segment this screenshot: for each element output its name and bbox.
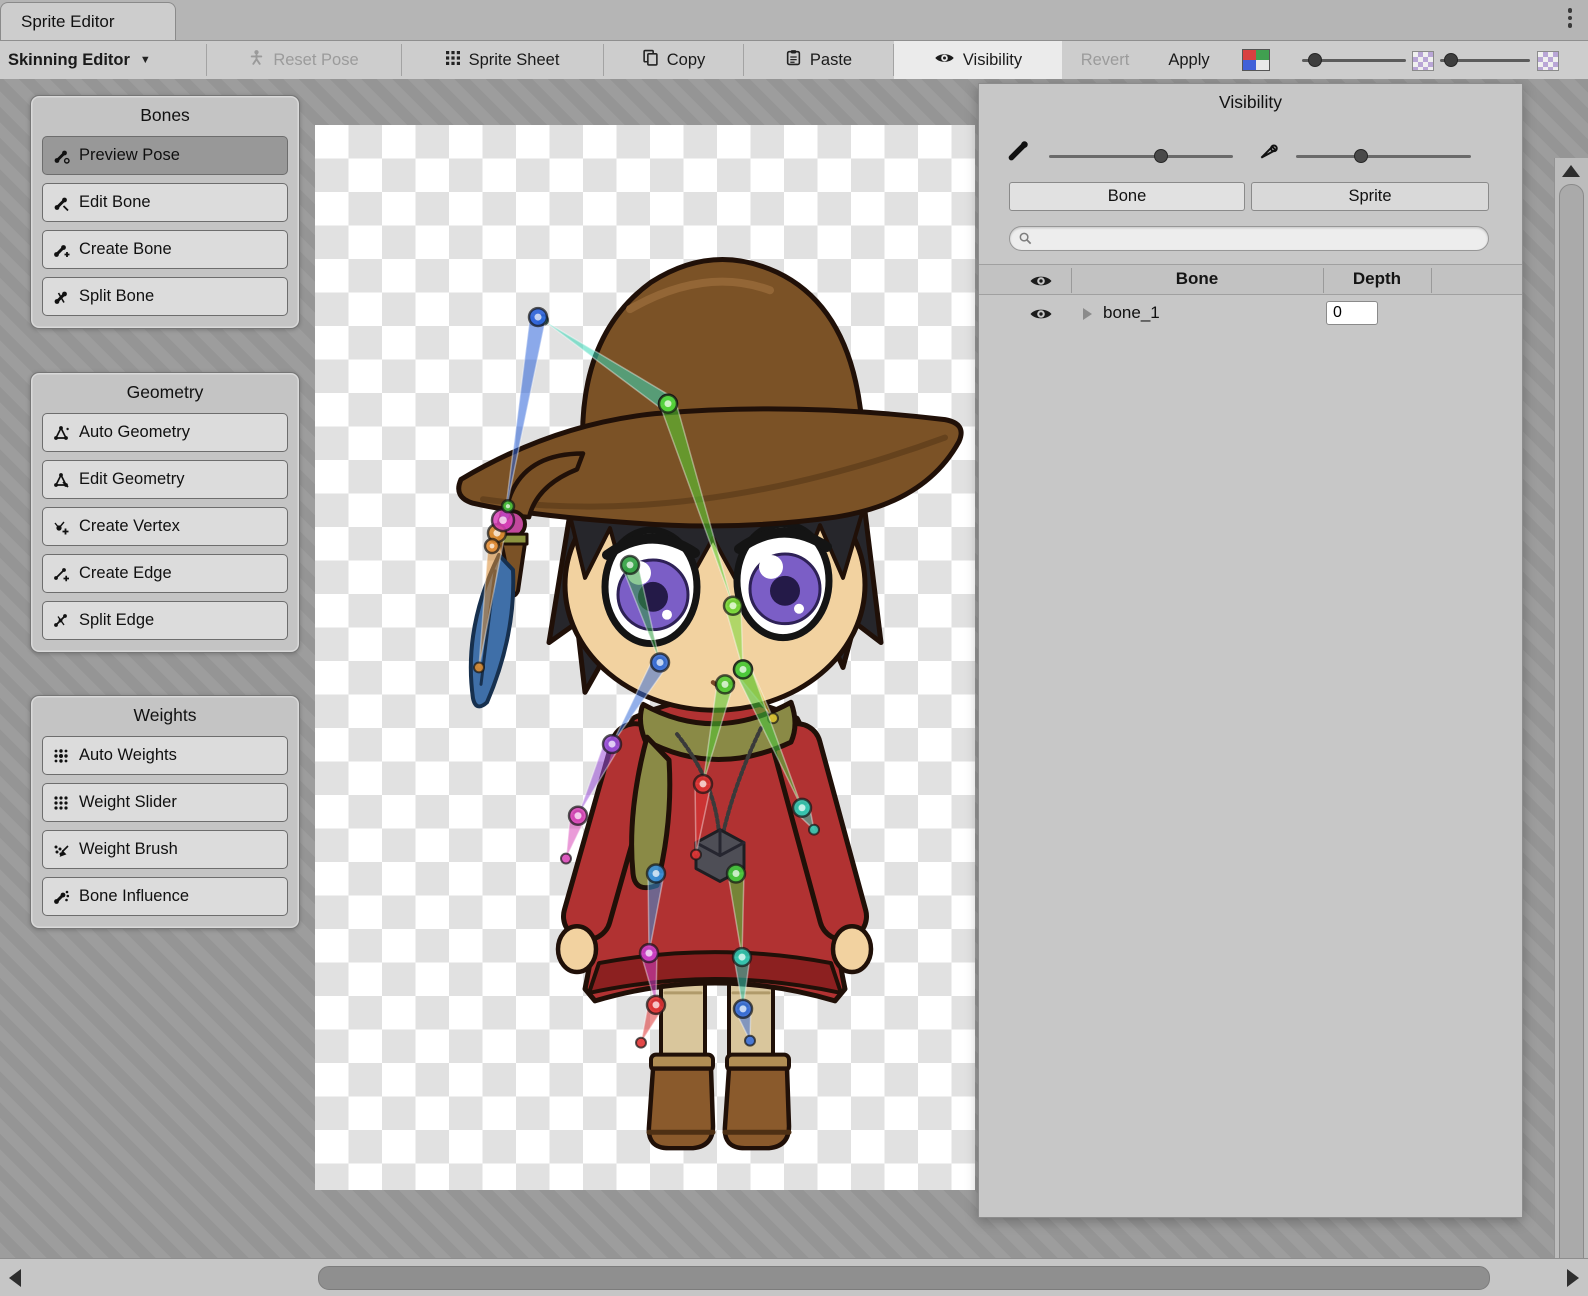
geometry-panel: Geometry Auto Geometry Edit Geometry Cre… (30, 372, 300, 653)
paste-icon (785, 49, 802, 71)
sprite-canvas[interactable] (315, 125, 975, 1190)
tab-bone[interactable]: Bone (1009, 182, 1245, 211)
auto-weights-button[interactable]: Auto Weights (42, 736, 288, 775)
vertical-scrollbar[interactable] (1554, 158, 1588, 1258)
visibility-button[interactable]: Visibility (894, 41, 1062, 79)
zoom-slider-knob[interactable] (1308, 53, 1322, 67)
edit-geometry-icon (52, 471, 70, 489)
sprite-sheet-button[interactable]: Sprite Sheet (402, 41, 602, 79)
auto-geometry-button[interactable]: Auto Geometry (42, 413, 288, 452)
bone-visibility-eye-icon[interactable] (1029, 306, 1053, 327)
revert-button[interactable]: Revert (1063, 41, 1147, 79)
split-bone-button[interactable]: Split Bone (42, 277, 288, 316)
alpha-slider-knob[interactable] (1444, 53, 1458, 67)
depth-input[interactable] (1326, 301, 1378, 325)
sprite-sheet-icon (445, 50, 461, 71)
sprite-opacity-icon (1257, 138, 1281, 167)
column-header-depth[interactable]: Depth (1323, 269, 1431, 289)
expand-arrow-icon[interactable] (1083, 308, 1092, 320)
preview-pose-button[interactable]: Preview Pose (42, 136, 288, 175)
tab-sprite-editor[interactable]: Sprite Editor (0, 2, 176, 40)
mode-dropdown[interactable]: Skinning Editor ▼ (8, 41, 204, 79)
scroll-left-arrow[interactable] (9, 1269, 21, 1287)
eye-icon (934, 51, 955, 70)
edit-bone-icon (52, 194, 70, 212)
workspace: Bones Preview Pose Edit Bone Create Bone… (0, 79, 1588, 1258)
paste-button[interactable]: Paste (744, 41, 893, 79)
search-icon (1018, 231, 1033, 251)
visibility-panel: Visibility Bone Sprite (978, 83, 1523, 1218)
weights-panel: Weights Auto Weights Weight Slider Weigh… (30, 695, 300, 929)
auto-geometry-icon (52, 424, 70, 442)
split-edge-button[interactable]: Split Edge (42, 601, 288, 640)
toolbar: Skinning Editor ▼ Reset Pose Sprite Shee… (0, 41, 1588, 80)
edit-geometry-button[interactable]: Edit Geometry (42, 460, 288, 499)
create-vertex-button[interactable]: Create Vertex (42, 507, 288, 546)
weight-brush-icon (52, 841, 70, 859)
bone-name-label[interactable]: bone_1 (1103, 303, 1160, 323)
weight-brush-button[interactable]: Weight Brush (42, 830, 288, 869)
visibility-panel-title: Visibility (979, 84, 1522, 113)
geometry-panel-title: Geometry (31, 373, 299, 405)
bone-opacity-slider-knob[interactable] (1154, 149, 1168, 163)
weight-slider-button[interactable]: Weight Slider (42, 783, 288, 822)
preview-pose-icon (52, 147, 70, 165)
horizontal-scrollbar[interactable] (0, 1258, 1588, 1296)
split-bone-icon (52, 288, 70, 306)
bone-opacity-slider[interactable] (1049, 155, 1233, 158)
scroll-right-arrow[interactable] (1567, 1269, 1579, 1287)
bone-row[interactable]: bone_1 (979, 298, 1522, 330)
create-bone-button[interactable]: Create Bone (42, 230, 288, 269)
alpha-slider[interactable] (1440, 59, 1530, 62)
reset-pose-icon (248, 49, 265, 71)
sprite-editor-window: Sprite Editor Skinning Editor ▼ Reset Po… (0, 0, 1588, 1296)
weight-slider-icon (52, 794, 70, 812)
zoom-slider[interactable] (1302, 59, 1406, 62)
vertical-scrollbar-thumb[interactable] (1559, 184, 1584, 1258)
create-edge-icon (52, 565, 70, 583)
search-box[interactable] (1009, 226, 1489, 251)
column-header-bone[interactable]: Bone (1071, 269, 1323, 289)
tab-strip: Sprite Editor (0, 0, 1588, 41)
bones-panel-title: Bones (31, 96, 299, 128)
mode-dropdown-label: Skinning Editor (8, 51, 130, 70)
character-sprite (315, 125, 975, 1190)
alpha-checker-icon-small[interactable] (1412, 51, 1434, 71)
create-vertex-icon (52, 518, 70, 536)
chevron-down-icon: ▼ (140, 54, 151, 66)
visibility-eye-header-icon[interactable] (1029, 273, 1053, 294)
bones-panel: Bones Preview Pose Edit Bone Create Bone… (30, 95, 300, 329)
split-edge-icon (52, 612, 70, 630)
tab-label: Sprite Editor (21, 12, 115, 32)
create-edge-button[interactable]: Create Edge (42, 554, 288, 593)
sprite-opacity-slider[interactable] (1296, 155, 1471, 158)
color-mode-swatch[interactable] (1242, 49, 1270, 71)
reset-pose-button[interactable]: Reset Pose (207, 41, 400, 79)
search-input[interactable] (1038, 228, 1482, 251)
bone-table-header: Bone Depth (979, 264, 1522, 295)
copy-button[interactable]: Copy (604, 41, 743, 79)
bone-opacity-icon (1007, 138, 1031, 167)
apply-button[interactable]: Apply (1148, 41, 1230, 79)
edit-bone-button[interactable]: Edit Bone (42, 183, 288, 222)
bone-influence-icon (52, 888, 70, 906)
copy-icon (642, 49, 659, 71)
tab-sprite[interactable]: Sprite (1251, 182, 1489, 211)
scroll-up-arrow[interactable] (1562, 165, 1580, 177)
alpha-checker-icon-large[interactable] (1537, 51, 1559, 71)
horizontal-scrollbar-thumb[interactable] (318, 1266, 1490, 1290)
weights-panel-title: Weights (31, 696, 299, 728)
bone-influence-button[interactable]: Bone Influence (42, 877, 288, 916)
sprite-opacity-slider-knob[interactable] (1354, 149, 1368, 163)
kebab-menu-icon[interactable] (1568, 8, 1573, 28)
auto-weights-icon (52, 747, 70, 765)
create-bone-icon (52, 241, 70, 259)
